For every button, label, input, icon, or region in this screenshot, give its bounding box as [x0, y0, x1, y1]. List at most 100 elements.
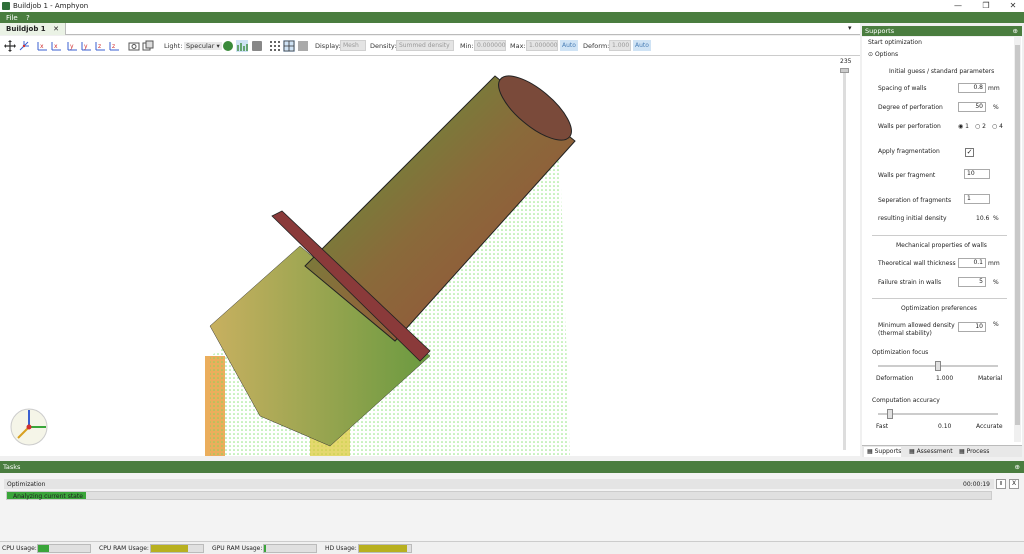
hd-usage-label: HD Usage: [325, 545, 357, 552]
hd-usage-fill [359, 545, 407, 552]
pin-icon[interactable]: ⊕ [1013, 26, 1018, 36]
accuracy-slider-track[interactable] [878, 413, 998, 415]
menu-file[interactable]: File [6, 14, 18, 22]
min-input[interactable]: 0.000000 [474, 40, 506, 51]
supports-panel-title: Supports [865, 27, 895, 35]
tab-buildjob[interactable]: Buildjob 1 ✕ [0, 23, 66, 35]
cpu-ram-bar [150, 544, 204, 553]
view-x-neg-icon[interactable]: x [50, 40, 62, 52]
tab-dropdown-icon[interactable]: ▾ [848, 24, 852, 32]
minimize-button[interactable]: — [947, 0, 969, 12]
deform-auto-button[interactable]: Auto [633, 40, 651, 51]
task-name: Optimization [7, 481, 46, 488]
svg-text:z: z [112, 43, 115, 50]
menu-help[interactable]: ? [26, 14, 30, 22]
deform-input[interactable]: 1.000 [609, 40, 631, 51]
light-select[interactable]: Specular ▾ [184, 42, 222, 50]
view-z-neg-icon[interactable]: z [108, 40, 120, 52]
svg-text:z: z [98, 43, 101, 50]
failure-strain-input[interactable]: 5 [958, 277, 986, 287]
walls-perforation-label: Walls per perforation [878, 123, 941, 130]
min-density-label: Minimum allowed density [878, 322, 955, 329]
walls-perforation-radio-4[interactable]: ○ 4 [992, 123, 1003, 130]
fragmentation-checkbox[interactable]: ✓ [965, 148, 974, 157]
app-icon [2, 2, 10, 10]
screenshot-icon[interactable] [128, 40, 140, 52]
view-y-pos-icon[interactable]: y [66, 40, 78, 52]
view-y-neg-icon[interactable]: y [80, 40, 92, 52]
svg-text:x: x [40, 43, 44, 50]
tab-supports[interactable]: ▦ Supports [864, 447, 902, 457]
cpu-usage-bar [37, 544, 91, 553]
cpu-usage-fill [38, 545, 50, 552]
accuracy-slider-handle[interactable] [887, 409, 893, 419]
layer-slider-handle[interactable] [840, 68, 849, 73]
pin-icon[interactable]: ⊕ [1015, 461, 1020, 473]
display-select[interactable]: Mesh [340, 40, 366, 51]
walls-fragment-input[interactable]: 10 [964, 169, 990, 179]
svg-text:y: y [84, 43, 88, 50]
grid-view-icon[interactable] [283, 40, 295, 52]
task-time: 00:00:19 [963, 481, 990, 488]
window-title: Buildjob 1 - Amphyon [13, 2, 89, 10]
min-density-input[interactable]: 10 [958, 322, 986, 332]
density-label: resulting initial density [878, 215, 947, 222]
tasks-title: Tasks [3, 463, 21, 471]
panel-scrollbar-thumb[interactable] [1015, 45, 1020, 425]
focus-slider-handle[interactable] [935, 361, 941, 371]
max-input[interactable]: 1.000000 [526, 40, 558, 51]
layer-value: 235 [840, 58, 852, 65]
density-unit: % [993, 215, 999, 222]
hd-usage-bar [358, 544, 412, 553]
maximize-button[interactable]: ❐ [975, 0, 997, 12]
walls-perforation-radio-1[interactable]: ◉ 1 [958, 123, 969, 130]
shading-flat-icon[interactable] [236, 40, 248, 52]
close-button[interactable]: ✕ [1002, 0, 1024, 12]
pause-button[interactable]: II [996, 479, 1006, 489]
perforation-unit: % [993, 104, 999, 111]
task-row: Optimization 00:00:19 [4, 479, 994, 489]
gpu-ram-label: GPU RAM Usage: [212, 545, 263, 552]
perforation-input[interactable]: 50 [958, 102, 986, 112]
document-tabs: Buildjob 1 ✕ ▾ [0, 23, 860, 35]
options-label: Options [874, 51, 899, 58]
layer-slider-track[interactable] [843, 70, 846, 450]
accuracy-label: Computation accuracy [872, 397, 940, 404]
3d-viewport[interactable]: 235 [0, 56, 860, 456]
wall-thickness-unit: mm [988, 260, 1000, 267]
move-icon[interactable] [4, 40, 16, 52]
panel-scrollbar[interactable] [1014, 37, 1021, 442]
failure-strain-label: Failure strain in walls [878, 279, 942, 286]
density-select[interactable]: Summed density [396, 40, 454, 51]
max-auto-button[interactable]: Auto [560, 40, 578, 51]
accuracy-value: 0.10 [938, 423, 952, 430]
shading-smooth-icon[interactable] [222, 40, 234, 52]
view-z-pos-icon[interactable]: z [94, 40, 106, 52]
focus-label: Optimization focus [872, 349, 929, 356]
supports-panel: Start optimization ⊙ Options Initial gue… [862, 37, 1022, 445]
walls-fragment-label: Walls per fragment [878, 172, 936, 179]
spacing-input[interactable]: 0.8 [958, 83, 986, 93]
separation-input[interactable]: 1 [964, 194, 990, 204]
tab-process[interactable]: ▦ Process [956, 447, 989, 457]
points-view-icon[interactable] [269, 40, 281, 52]
options-expander[interactable]: ⊙ Options [868, 51, 898, 58]
wall-thickness-input[interactable]: 0.1 [958, 258, 986, 268]
tab-label: Buildjob 1 [6, 25, 46, 33]
tasks-header: Tasks ⊕ [0, 461, 1024, 473]
wall-thickness-label: Theoretical wall thickness [878, 260, 956, 267]
solid-view-icon[interactable] [251, 40, 263, 52]
box-view-icon[interactable] [297, 40, 309, 52]
copy-view-icon[interactable] [142, 40, 154, 52]
view-x-pos-icon[interactable]: x [36, 40, 48, 52]
rotate-axes-icon[interactable] [18, 40, 30, 52]
tab-assessment[interactable]: ▦ Assessment [906, 447, 953, 457]
svg-text:x: x [54, 43, 58, 50]
start-optimization-link[interactable]: Start optimization [868, 39, 922, 46]
stop-button[interactable]: X [1009, 479, 1019, 489]
spacing-unit: mm [988, 85, 1000, 92]
density-value: 10.6 [976, 215, 990, 222]
tab-close-icon[interactable]: ✕ [53, 25, 59, 33]
orientation-gizmo-icon[interactable] [8, 406, 50, 448]
walls-perforation-radio-2[interactable]: ○ 2 [975, 123, 986, 130]
